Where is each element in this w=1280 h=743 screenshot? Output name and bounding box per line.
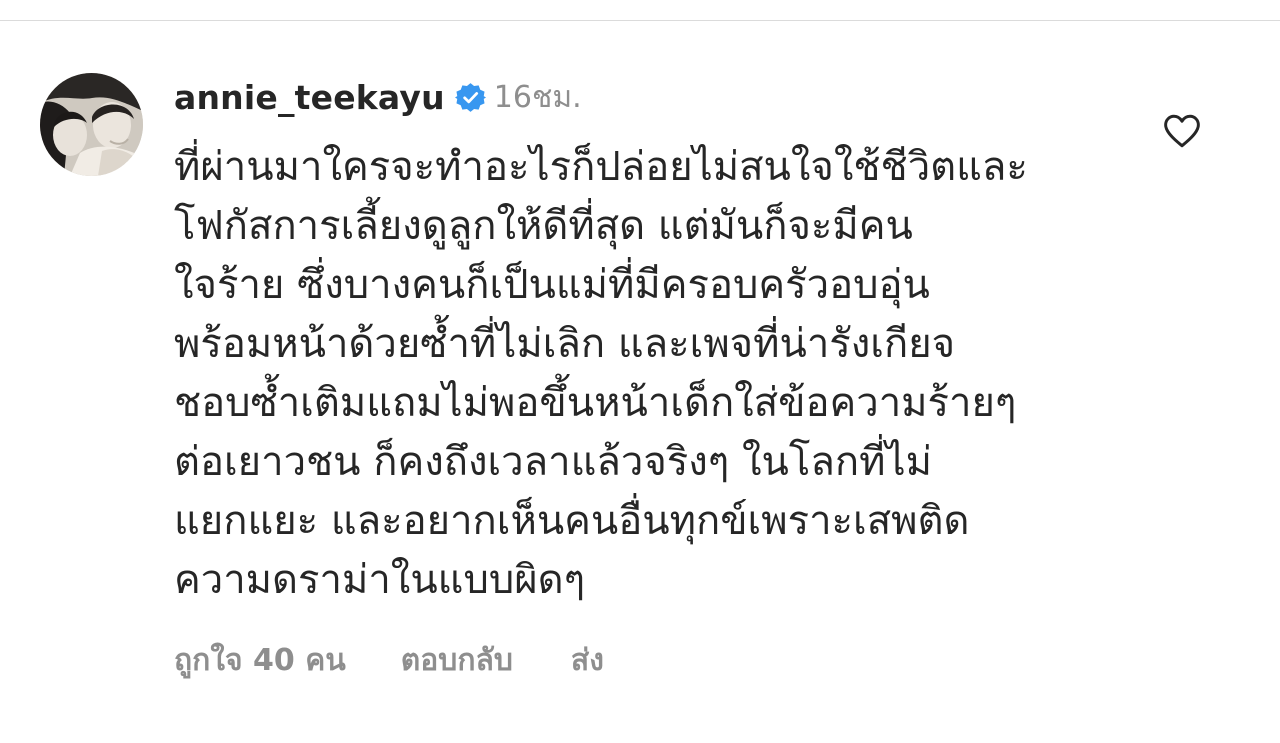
comment-line: ที่ผ่านมาใครจะทำอะไรก็ปล่อยไม่สนใจใช้ชีว… [174,144,1028,190]
comment-line: ใจร้าย ซึ่งบางคนก็เป็นแม่ที่มีครอบครัวอบ… [174,262,930,308]
comment-actions: ถูกใจ 40 คน ตอบกลับ ส่ง [174,636,604,684]
username[interactable]: annie_teekayu [174,78,445,117]
comment-line: โฟกัสการเลี้ยงดูลูกให้ดีที่สุด แต่มันก็จ… [174,203,913,249]
heart-outline-icon[interactable] [1162,113,1202,149]
comment-line: ต่อเยาวชน ก็คงถึงเวลาแล้วจริงๆ ในโลกที่ไ… [174,439,932,485]
likes-count-button[interactable]: ถูกใจ 40 คน [174,637,346,684]
verified-badge-icon [454,82,486,113]
comment-line: ชอบซ้ำเติมแถมไม่พอขึ้นหน้าเด็กใส่ข้อความ… [174,380,1017,426]
comment-timestamp[interactable]: 16ชม. [494,74,582,121]
comment-line: แยกแยะ และอยากเห็นคนอื่นทุกข์เพราะเสพติด [174,498,970,544]
comment-body: ที่ผ่านมาใครจะทำอะไรก็ปล่อยไม่สนใจใช้ชีว… [174,138,1134,610]
reply-button[interactable]: ตอบกลับ [401,637,513,684]
comment-line: พร้อมหน้าด้วยซ้ำที่ไม่เลิก และเพจที่น่าร… [174,321,956,367]
comment-header: annie_teekayu 16ชม. [174,74,582,120]
send-button[interactable]: ส่ง [571,637,604,684]
avatar-photo [40,73,143,176]
avatar[interactable] [40,73,143,176]
comment: annie_teekayu 16ชม. ที่ผ่านมาใครจะทำอะไร… [0,0,1280,743]
comment-line: ความดราม่าในแบบผิดๆ [174,557,586,603]
